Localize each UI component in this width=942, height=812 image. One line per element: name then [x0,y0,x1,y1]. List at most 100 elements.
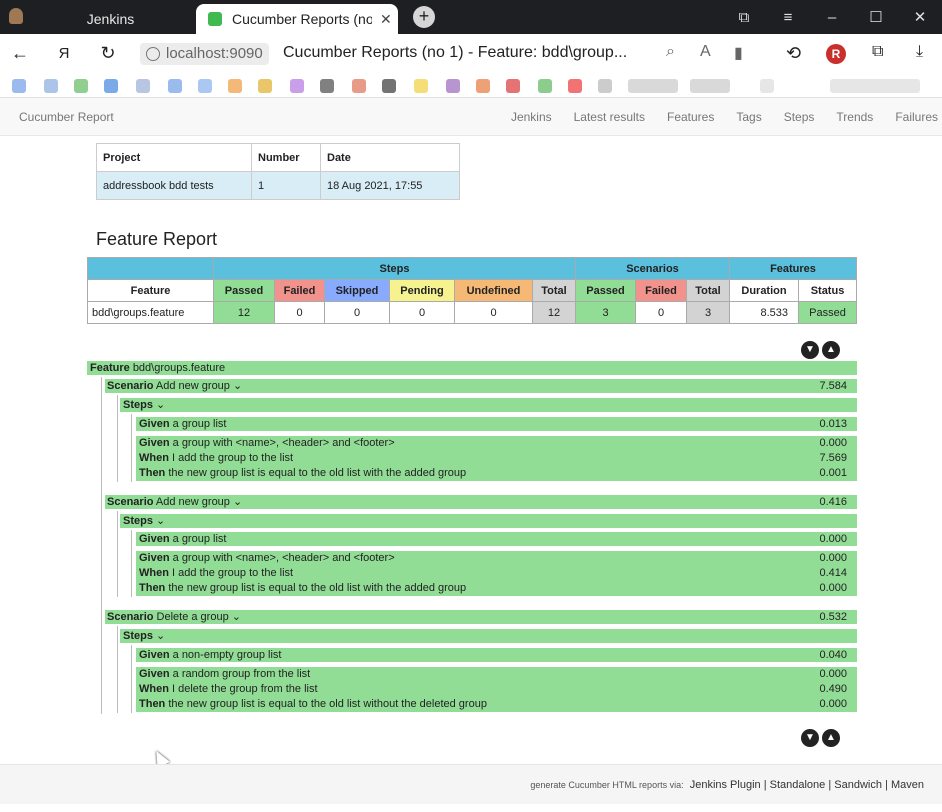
history-icon[interactable]: ⟲ [786,43,801,64]
tab-label: Cucumber Reports (no 1) [232,11,372,27]
feature-row[interactable]: Feature bdd\groups.feature [87,361,857,375]
nav-latest-results[interactable]: Latest results [574,110,645,124]
maximize-icon[interactable]: ☐ [854,8,898,26]
extension-r-icon[interactable]: R [826,44,846,64]
page-title[interactable]: Cucumber Reports (no 1) - Feature: bdd\g… [283,44,627,62]
collections-icon[interactable]: ⧉ [722,9,766,26]
close-window-icon[interactable]: ✕ [898,8,942,26]
scenario-row[interactable]: Scenario Add new group ⌄ 7.584 [105,379,857,393]
col-steps-pending[interactable]: Pending [389,279,455,302]
tree-line [131,414,132,482]
step-block: Given a group with <name>, <header> and … [136,551,857,596]
bookmark-icon[interactable] [598,79,612,93]
bookmark-icon[interactable] [168,79,182,93]
col-steps-skipped[interactable]: Skipped [324,279,390,302]
scenario-row[interactable]: Scenario Add new group ⌄ 0.416 [105,495,857,509]
feature-duration: 8.533 [729,301,799,324]
feature-link[interactable]: bdd\groups.feature [87,301,214,324]
bookmark-icon[interactable] [290,79,304,93]
bookmark-icon[interactable] [258,79,272,93]
chevron-down-icon[interactable]: ⌄ [233,380,242,392]
bookmark-icon[interactable] [538,79,552,93]
bookmark-icon[interactable] [568,79,582,93]
site-info-icon[interactable] [146,47,160,61]
col-scenarios-passed[interactable]: Passed [575,279,636,302]
chevron-down-icon[interactable]: ⌄ [233,496,242,508]
yandex-icon[interactable]: Я [53,45,75,62]
footer-text: generate Cucumber HTML reports via: Jenk… [530,779,924,791]
footer-link-standalone[interactable]: Standalone [770,779,826,791]
bookmark-icon[interactable] [228,79,242,93]
bookmark-icon[interactable] [44,79,58,93]
new-tab-button[interactable]: + [413,6,435,28]
col-duration[interactable]: Duration [729,279,799,302]
tab-jenkins[interactable]: Jenkins [28,4,193,34]
chevron-down-icon[interactable]: ⌄ [232,611,241,623]
translate-icon[interactable]: A [700,43,711,61]
step-block: Given a random group from the list 0.000 … [136,667,857,712]
col-steps-failed[interactable]: Failed [274,279,325,302]
scenarios-total: 3 [686,301,730,324]
bookmark-icon[interactable]: ▮ [734,43,743,63]
bookmark-icon[interactable] [12,79,26,93]
steps-toggle[interactable]: Steps ⌄ [120,398,857,412]
bookmark-icon[interactable] [690,79,730,93]
bookmark-icon[interactable] [104,79,118,93]
header-features: Features [729,257,857,280]
collapse-all-icon[interactable]: ▲ [822,729,840,747]
close-icon[interactable]: ✕ [380,11,392,28]
footer-link-maven[interactable]: Maven [891,779,924,791]
col-feature[interactable]: Feature [87,279,214,302]
nav-features[interactable]: Features [667,110,714,124]
nav-jenkins[interactable]: Jenkins [511,110,552,124]
bookmark-icon[interactable] [352,79,366,93]
collapse-all-icon[interactable]: ▲ [822,341,840,359]
feature-status: Passed [798,301,857,324]
steps-failed: 0 [274,301,325,324]
col-scenarios-total[interactable]: Total [686,279,730,302]
nav-tags[interactable]: Tags [736,110,761,124]
reload-icon[interactable]: ↻ [97,43,119,64]
bookmark-icon[interactable] [760,79,774,93]
bookmark-icon[interactable] [198,79,212,93]
url-host[interactable]: localhost:9090 [140,43,269,65]
bookmark-icon[interactable] [446,79,460,93]
extensions-icon[interactable]: ⧉ [872,43,883,61]
bookmark-icon[interactable] [830,79,920,93]
col-scenarios-failed[interactable]: Failed [635,279,687,302]
bookmark-icon[interactable] [414,79,428,93]
bookmark-icon[interactable] [476,79,490,93]
steps-toggle[interactable]: Steps ⌄ [120,514,857,528]
expand-all-icon[interactable]: ▼ [801,729,819,747]
bookmark-icon[interactable] [74,79,88,93]
bookmark-icon[interactable] [320,79,334,93]
table-row: bdd\groups.feature 12 0 0 0 0 12 3 0 3 8… [87,301,857,324]
col-steps-undefined[interactable]: Undefined [454,279,533,302]
col-steps-total[interactable]: Total [532,279,576,302]
col-status[interactable]: Status [798,279,857,302]
profile-avatar[interactable] [9,8,23,24]
search-icon[interactable]: ⌕ [666,43,675,61]
col-steps-passed[interactable]: Passed [213,279,275,302]
bookmark-icon[interactable] [506,79,520,93]
tab-cucumber-reports[interactable]: Cucumber Reports (no 1) ✕ [196,4,398,34]
expand-all-icon[interactable]: ▼ [801,341,819,359]
nav-trends[interactable]: Trends [836,110,873,124]
bookmark-icon[interactable] [628,79,678,93]
step-row: When I add the group to the list 7.569 [139,452,847,464]
bookmark-icon[interactable] [136,79,150,93]
footer-link-sandwich[interactable]: Sandwich [834,779,882,791]
bookmark-icon[interactable] [382,79,396,93]
scenario-row[interactable]: Scenario Delete a group ⌄ 0.532 [105,610,857,624]
steps-toggle[interactable]: Steps ⌄ [120,629,857,643]
back-icon[interactable]: ← [9,43,31,64]
nav-steps[interactable]: Steps [784,110,815,124]
nav-failures[interactable]: Failures [895,110,938,124]
menu-icon[interactable]: ≡ [766,9,810,26]
report-brand[interactable]: Cucumber Report [19,110,114,124]
minimize-icon[interactable]: – [810,9,854,26]
download-icon[interactable]: ⤓ [916,43,923,61]
footer-link-jenkins-plugin[interactable]: Jenkins Plugin [690,779,761,791]
header-scenarios: Scenarios [575,257,730,280]
tree-line [101,377,102,714]
